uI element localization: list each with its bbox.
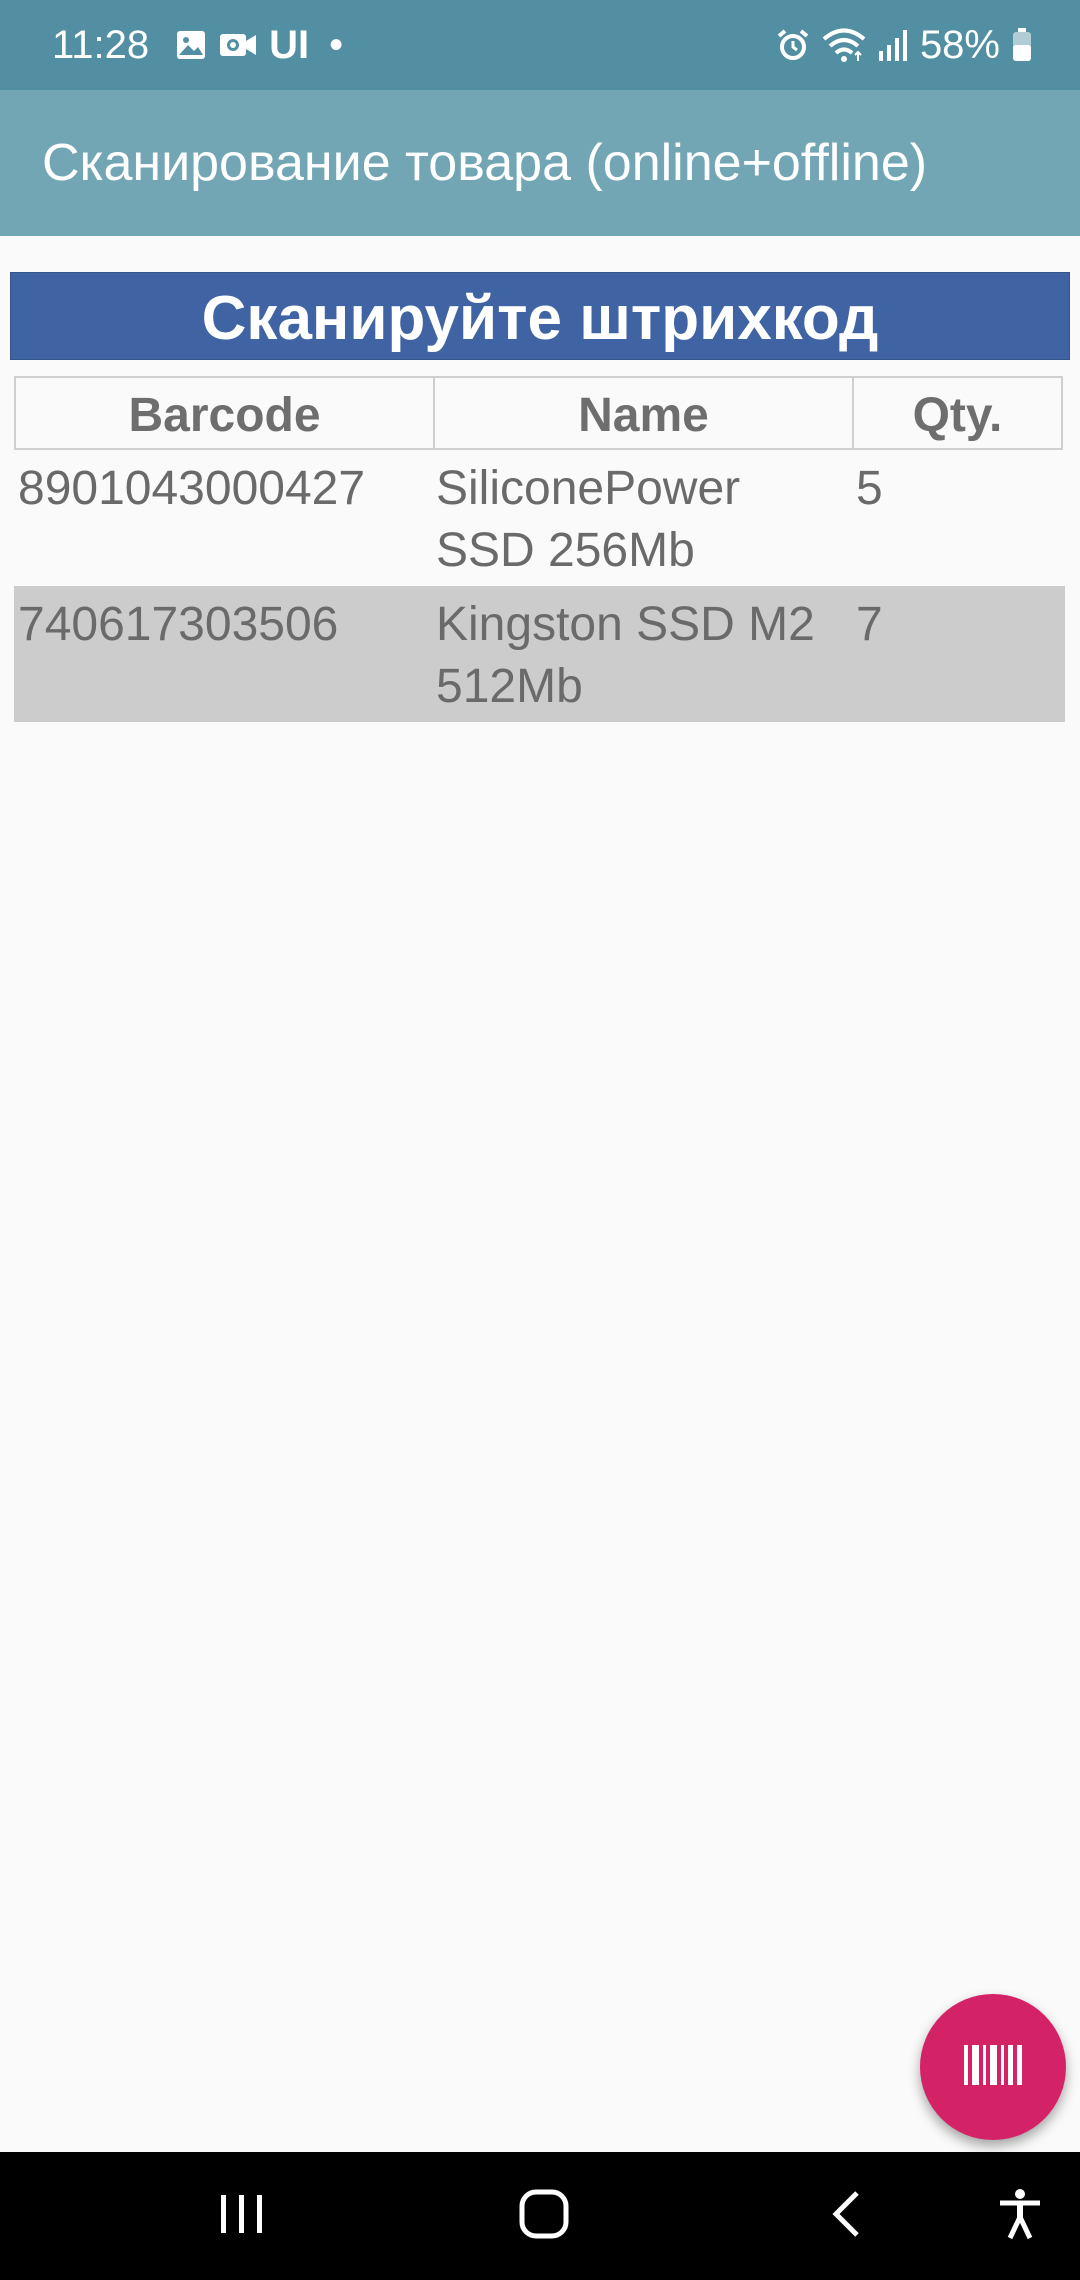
scan-fab-button[interactable] [920,1994,1066,2140]
battery-icon [1012,28,1032,62]
status-bar: 11:28 UI • 58% [0,0,1080,90]
header-qty: Qty. [852,376,1063,450]
cell-barcode: 8901043000427 [18,462,366,515]
status-right: 58% [776,0,1032,90]
status-time: 11:28 [52,22,150,67]
cell-qty: 5 [856,462,883,515]
page-title: Сканирование товара (online+offline) [42,134,928,192]
table-row[interactable]: 740617303506 Kingston SSD M2 512Mb 7 [14,586,1065,722]
cell-barcode: 740617303506 [18,598,339,651]
recents-icon [219,2194,265,2239]
cell-name-line: SSD 256Mb [436,524,695,577]
home-button[interactable] [484,2152,604,2280]
battery-percent: 58% [919,22,1000,67]
header-barcode: Barcode [14,376,435,450]
cell-name-line: Kingston SSD M2 [436,598,815,651]
cell-qty: 7 [856,598,883,651]
header-name: Name [433,376,854,450]
carrier-label: UI [269,22,310,67]
notification-dot-icon: • [329,22,344,67]
camera-notification-icon [219,29,257,61]
cell-name: Kingston SSD M2 512Mb [436,586,856,722]
scan-barcode-banner: Сканируйте штрихкод [10,272,1070,360]
alarm-icon [776,28,810,62]
cell-name: SiliconePower SSD 256Mb [436,450,856,586]
home-icon [519,2189,569,2244]
table-row[interactable]: 8901043000427 SiliconePower SSD 256Mb 5 [14,450,1065,586]
recents-button[interactable] [182,2152,302,2280]
signal-icon [878,29,908,61]
status-left: 11:28 UI • [52,0,343,90]
cell-name-line: SiliconePower [436,462,741,515]
table-header: Barcode Name Qty. [14,376,1065,450]
barcode-icon [964,2044,1022,2090]
cell-name-line: 512Mb [436,660,583,713]
accessibility-icon [998,2188,1042,2245]
app-bar: Сканирование товара (online+offline) [0,90,1080,236]
back-button[interactable] [786,2152,906,2280]
wifi-icon [822,28,866,62]
accessibility-button[interactable] [960,2152,1080,2280]
back-icon [831,2190,861,2243]
items-table: Barcode Name Qty. 8901043000427 Silicone… [14,376,1065,722]
gallery-icon [175,29,207,61]
system-nav-bar [0,2152,1080,2280]
